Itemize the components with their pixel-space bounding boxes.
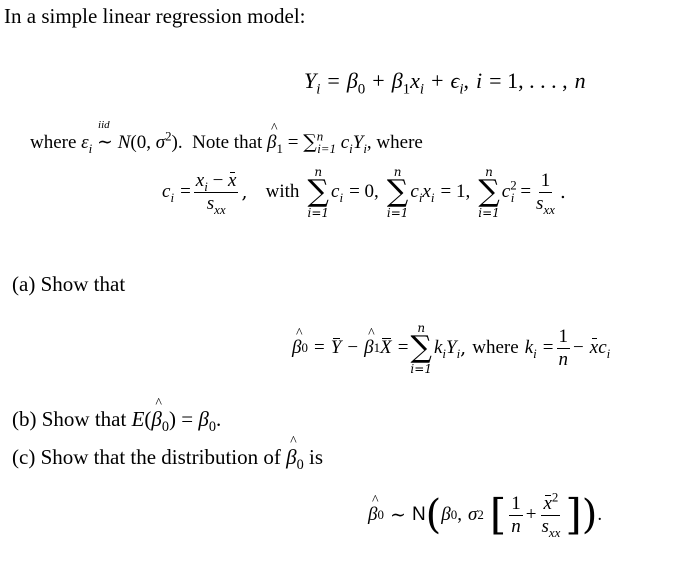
iid-label: iid — [98, 119, 110, 131]
where-text-2: where — [376, 132, 423, 153]
note-text: Note that — [192, 132, 263, 153]
assumption-line: where εi iid∼ N(0, σ2). Note that β1 = ∑… — [30, 119, 423, 156]
with-text: with — [265, 181, 300, 203]
intro-text: In a simple linear regression model: — [4, 4, 306, 28]
part-c: (c) Show that the distribution of β0 is — [12, 434, 323, 472]
part-a-equation: β0 = Y − β1X = n∑i=1 kiYi, where ki = 1n… — [292, 322, 610, 375]
normal-dist-symbol: N — [411, 504, 426, 526]
part-a-label: (a) Show that — [12, 272, 126, 296]
sum-lower: i=1 — [317, 140, 336, 156]
part-b: (b) Show that E(β0) = β0. — [12, 396, 221, 434]
part-c-equation: β0 ∼ N ( β0, σ2 [ 1n + x2sxx ]) . — [368, 491, 602, 539]
where-text: where — [30, 132, 77, 153]
ci-definition: ci = xi − x sxx, with n ∑ i=1 ci = 0, n ∑ i=1… — [162, 165, 566, 220]
where-text-3: where — [472, 337, 519, 359]
model-equation: Yi = β0 + β1xi + ϵi, i = 1, . . . , n — [304, 68, 586, 98]
